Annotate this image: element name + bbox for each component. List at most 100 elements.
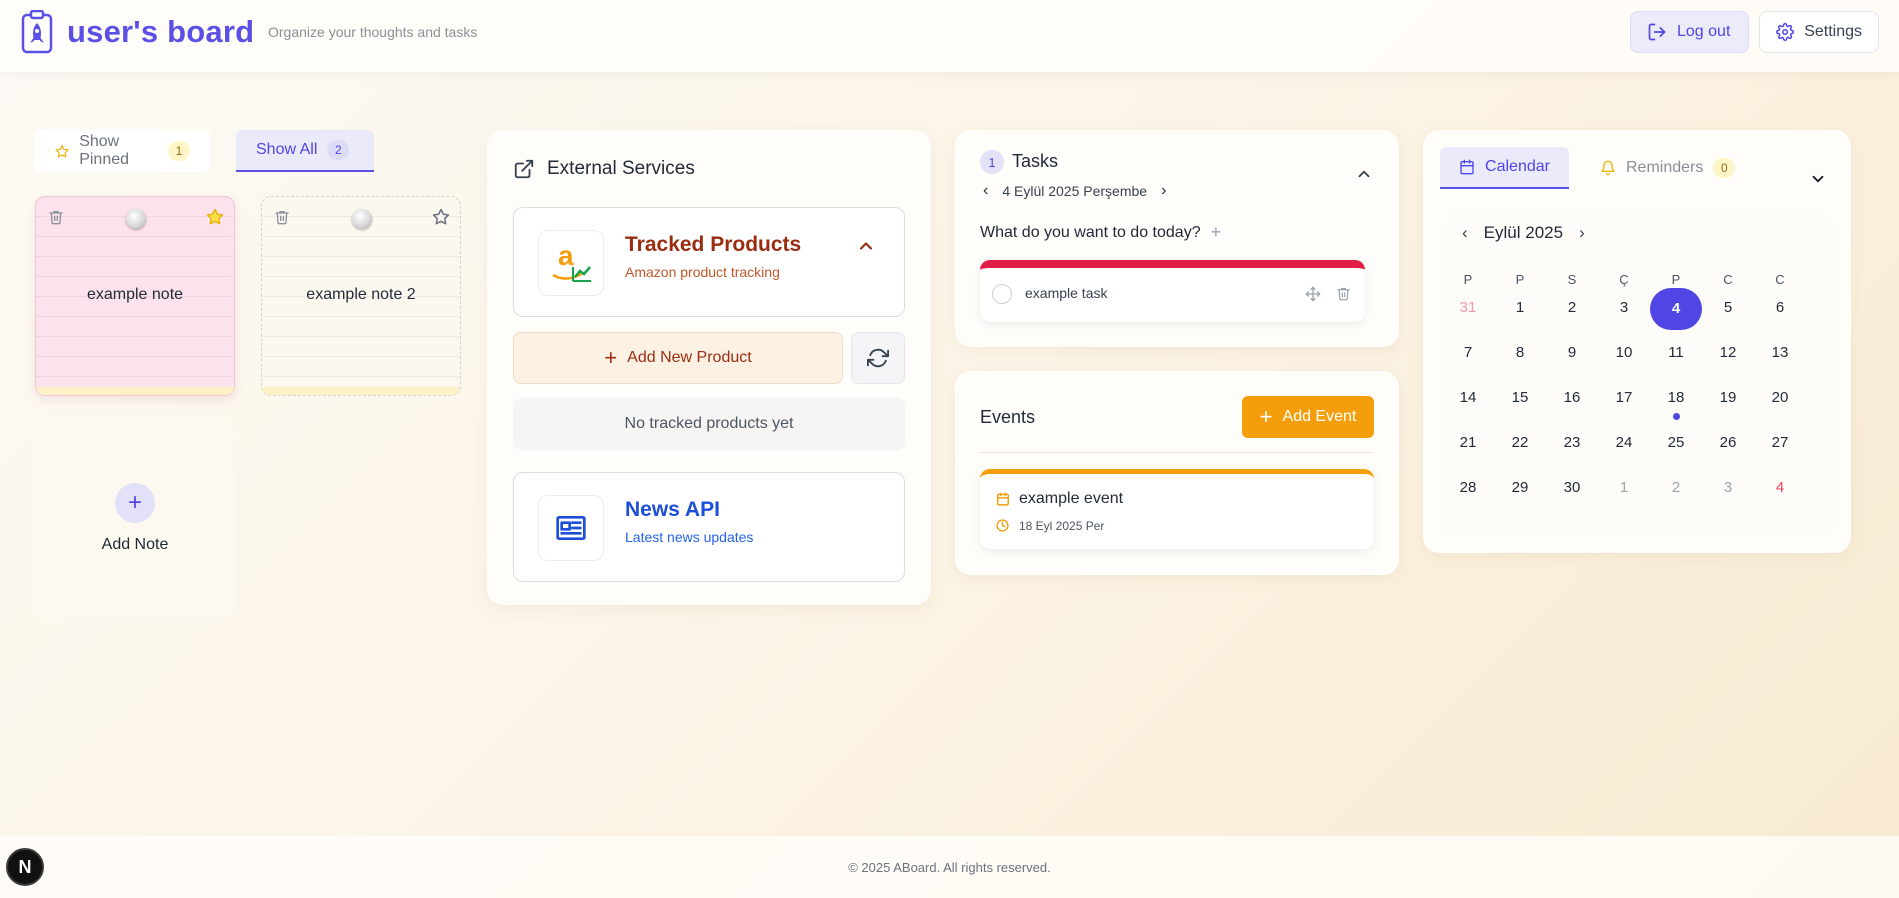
calendar-day[interactable]: 5 <box>1702 288 1754 328</box>
calendar-day[interactable]: 11 <box>1650 333 1702 373</box>
chevron-right-icon[interactable]: › <box>1161 182 1166 200</box>
calendar-day[interactable]: 29 <box>1494 468 1546 508</box>
tab-show-all[interactable]: Show All 2 <box>236 130 374 172</box>
calendar-day[interactable]: 3 <box>1598 288 1650 328</box>
calendar-day[interactable]: 1 <box>1494 288 1546 328</box>
task-text: example task <box>1025 285 1108 301</box>
calendar-day[interactable]: 21 <box>1442 423 1494 463</box>
calendar-day[interactable]: 8 <box>1494 333 1546 373</box>
event-indicator-dot <box>1673 413 1680 420</box>
calendar-day[interactable]: 7 <box>1442 333 1494 373</box>
calendar-day[interactable]: 13 <box>1754 333 1806 373</box>
weekday-header: C <box>1723 272 1733 287</box>
calendar-day[interactable]: 17 <box>1598 378 1650 418</box>
news-api-title: News API <box>625 498 720 521</box>
note-card[interactable]: example note 2 <box>261 196 461 396</box>
trash-icon[interactable] <box>48 209 64 225</box>
add-task-prompt[interactable]: What do you want to do today? + <box>980 222 1221 243</box>
calendar-day[interactable]: 19 <box>1702 378 1754 418</box>
add-new-product-label: Add New Product <box>627 349 752 366</box>
settings-button[interactable]: Settings <box>1759 11 1879 53</box>
weekday-header: P <box>1515 272 1525 287</box>
tracked-products-title: Tracked Products <box>625 233 802 256</box>
header: user's board Organize your thoughts and … <box>0 0 1899 72</box>
tab-show-all-label: Show All <box>256 141 318 158</box>
task-item[interactable]: example task <box>980 260 1365 322</box>
calendar-day[interactable]: 6 <box>1754 288 1806 328</box>
add-note-button[interactable]: + Add Note <box>35 420 235 620</box>
app-title: user's board <box>67 14 255 49</box>
svg-text:a: a <box>558 240 574 271</box>
calendar-day[interactable]: 27 <box>1754 423 1806 463</box>
calendar-day[interactable]: 14 <box>1442 378 1494 418</box>
selected-day-label: 4 <box>1650 288 1702 330</box>
external-services-header: External Services <box>513 158 695 180</box>
calendar-panel: Calendar Reminders 0 ‹ Eylül 2025 › P P S Ç… <box>1423 130 1851 553</box>
event-date: 18 Eyl 2025 Per <box>1019 519 1105 533</box>
chevron-up-icon[interactable] <box>1355 165 1373 183</box>
task-date: 4 Eylül 2025 Perşembe <box>1002 183 1148 199</box>
external-services-title: External Services <box>547 158 695 179</box>
calendar-day[interactable]: 18 <box>1650 378 1702 418</box>
star-icon <box>55 144 69 157</box>
tracked-products-subtitle: Amazon product tracking <box>625 264 780 280</box>
chevron-left-icon[interactable]: ‹ <box>983 182 988 200</box>
star-icon[interactable] <box>432 208 450 226</box>
add-new-product-button[interactable]: + Add New Product <box>513 332 843 384</box>
calendar-day[interactable]: 24 <box>1598 423 1650 463</box>
calendar-day[interactable]: 9 <box>1546 333 1598 373</box>
tab-reminders[interactable]: Reminders 0 <box>1588 147 1738 189</box>
calendar-day[interactable]: 10 <box>1598 333 1650 373</box>
chevron-down-icon[interactable] <box>1809 170 1827 188</box>
trash-icon[interactable] <box>274 209 290 225</box>
chevron-right-icon[interactable]: › <box>1579 223 1585 243</box>
chevron-up-icon[interactable] <box>856 236 876 256</box>
weekday-header: S <box>1567 272 1577 287</box>
event-item[interactable]: example event 18 Eyl 2025 Per <box>980 469 1374 549</box>
tab-calendar[interactable]: Calendar <box>1440 147 1569 189</box>
calendar-day[interactable]: 15 <box>1494 378 1546 418</box>
add-event-button[interactable]: + Add Event <box>1242 396 1374 438</box>
news-api-subtitle: Latest news updates <box>625 529 754 545</box>
calendar-day[interactable]: 22 <box>1494 423 1546 463</box>
calendar-day[interactable]: 12 <box>1702 333 1754 373</box>
tracked-products-card[interactable]: a Tracked Products Amazon product tracki… <box>513 207 905 317</box>
settings-label: Settings <box>1804 23 1862 40</box>
calendar-day[interactable]: 4 <box>1754 468 1806 508</box>
calendar-day[interactable]: 3 <box>1702 468 1754 508</box>
move-icon[interactable] <box>1305 286 1321 302</box>
calendar-day[interactable]: 23 <box>1546 423 1598 463</box>
calendar-day[interactable]: 2 <box>1650 468 1702 508</box>
plus-icon[interactable]: + <box>1211 222 1222 243</box>
calendar-day[interactable]: 30 <box>1546 468 1598 508</box>
note-card[interactable]: example note <box>35 196 235 396</box>
star-filled-icon[interactable] <box>206 208 224 226</box>
nextjs-badge[interactable]: N <box>6 848 44 886</box>
clock-icon <box>996 519 1009 532</box>
calendar-day[interactable]: 31 <box>1442 288 1494 328</box>
copyright-text: © 2025 ABoard. All rights reserved. <box>848 859 1051 875</box>
calendar-day[interactable]: 1 <box>1598 468 1650 508</box>
calendar-day[interactable]: 25 <box>1650 423 1702 463</box>
chevron-left-icon[interactable]: ‹ <box>1462 223 1468 243</box>
pushpin-icon <box>126 209 146 229</box>
task-count-badge: 1 <box>980 150 1004 174</box>
calendar-grid: ‹ Eylül 2025 › P P S Ç P C C 31 1 2 3 4 5 6 7 8 9 10 11 12 1… <box>1440 214 1834 534</box>
trash-icon[interactable] <box>1336 286 1351 301</box>
calendar-day[interactable]: 26 <box>1702 423 1754 463</box>
calendar-day[interactable]: 16 <box>1546 378 1598 418</box>
tab-calendar-label: Calendar <box>1485 158 1550 175</box>
calendar-day[interactable]: 20 <box>1754 378 1806 418</box>
task-checkbox[interactable] <box>992 284 1012 304</box>
news-api-card[interactable]: News API Latest news updates <box>513 472 905 582</box>
calendar-day[interactable]: 2 <box>1546 288 1598 328</box>
tab-show-pinned-label: Show Pinned <box>79 133 130 168</box>
pinned-count-badge: 1 <box>168 141 190 161</box>
logout-button[interactable]: Log out <box>1630 11 1749 53</box>
empty-products-message: No tracked products yet <box>513 398 905 450</box>
tab-show-pinned[interactable]: Show Pinned 1 <box>35 130 210 172</box>
calendar-day[interactable]: 28 <box>1442 468 1494 508</box>
app-subtitle: Organize your thoughts and tasks <box>268 24 478 40</box>
calendar-day[interactable]: 4 <box>1650 288 1702 330</box>
refresh-button[interactable] <box>851 332 905 384</box>
